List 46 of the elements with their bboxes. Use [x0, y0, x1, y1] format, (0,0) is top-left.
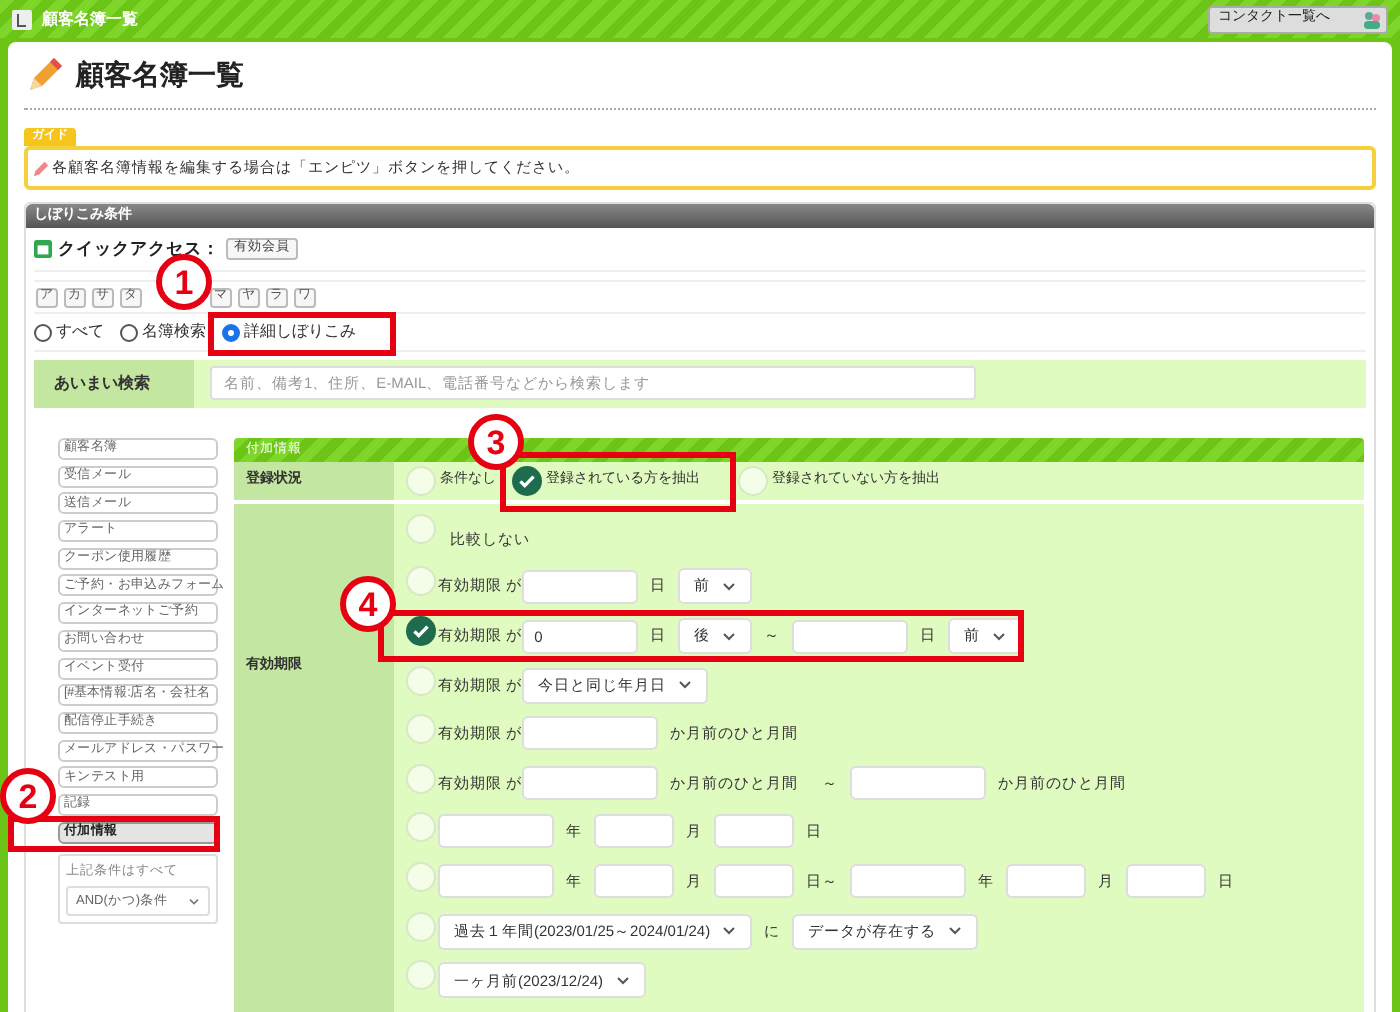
chevron-icon — [615, 975, 630, 986]
input-field[interactable] — [1126, 863, 1206, 898]
calendar-icon — [34, 240, 52, 258]
input-field[interactable] — [714, 814, 794, 849]
people-icon — [1362, 9, 1382, 29]
input-field[interactable] — [594, 814, 674, 849]
radio-button[interactable] — [406, 812, 436, 843]
radio-button[interactable] — [406, 714, 436, 745]
input-field[interactable] — [438, 814, 554, 849]
checked-radio-icon[interactable] — [406, 616, 436, 646]
chevron-icon — [722, 581, 737, 591]
input-field[interactable] — [792, 619, 909, 653]
radio-button[interactable] — [406, 566, 436, 596]
input-field[interactable] — [1006, 863, 1086, 898]
window-title: 顧客名簿一覧 — [42, 7, 138, 31]
mode-radio[interactable]: 名簿検索 — [120, 320, 206, 344]
radio-button[interactable] — [406, 911, 436, 942]
input-field[interactable] — [714, 863, 794, 898]
radio-button[interactable] — [406, 466, 436, 496]
page-title: 顧客名簿一覧 — [76, 56, 244, 94]
checked-radio-icon[interactable] — [512, 466, 542, 496]
radio-button[interactable] — [406, 763, 436, 794]
chevron-icon — [992, 631, 1007, 641]
input-field[interactable] — [850, 863, 966, 898]
radio-button[interactable] — [738, 466, 768, 496]
radio-button[interactable] — [406, 514, 436, 544]
input-field[interactable] — [522, 765, 659, 800]
chevron-icon — [678, 680, 693, 691]
input-field[interactable] — [522, 569, 639, 603]
chevron-icon — [948, 926, 963, 937]
app-icon — [12, 9, 32, 29]
pencil-icon — [32, 159, 50, 177]
radio-button[interactable] — [406, 861, 436, 892]
pencil-icon — [24, 55, 64, 95]
chevron-icon — [188, 897, 200, 906]
input-field[interactable] — [594, 863, 674, 898]
field-label: あいまい検索 — [34, 360, 194, 408]
input-field[interactable] — [522, 716, 659, 751]
chevron-icon — [722, 926, 737, 937]
mode-radio[interactable]: 詳細しぼりこみ — [222, 320, 356, 344]
radio-button[interactable] — [406, 665, 436, 696]
input-field[interactable] — [438, 863, 554, 898]
input-field[interactable] — [850, 765, 987, 800]
mode-radio[interactable]: すべて — [34, 320, 104, 344]
radio-button[interactable] — [406, 960, 436, 991]
chevron-icon — [722, 631, 737, 641]
